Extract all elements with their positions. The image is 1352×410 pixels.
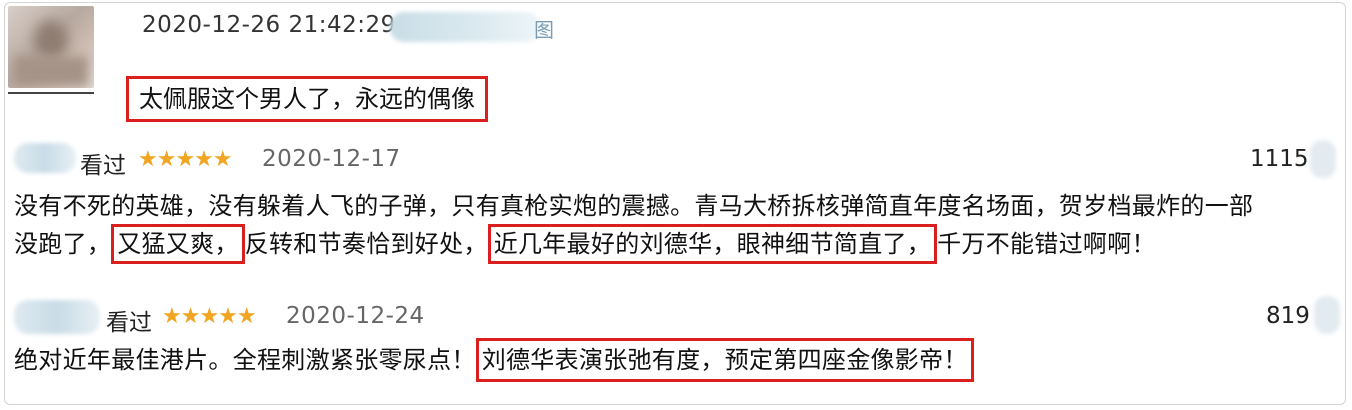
review-date: 2020-12-24 bbox=[286, 303, 425, 329]
review-text-line: 没跑了， 又猛又爽， 反转和节奏恰到好处， 近几年最好的刘德华，眼神细节简直了， 千万不… bbox=[14, 224, 1156, 264]
thumb-up-icon[interactable] bbox=[1310, 140, 1336, 178]
review-text: 没跑了， bbox=[14, 230, 112, 258]
review-text: 千万不能错过啊啊！ bbox=[937, 230, 1156, 258]
comment-timestamp: 2020-12-26 21:42:29 bbox=[142, 12, 396, 38]
review-text: 反转和节奏恰到好处， bbox=[244, 230, 488, 258]
highlight-box: 刘德华表演张弛有度，预定第四座金像影帝！ bbox=[475, 338, 974, 382]
divider bbox=[8, 92, 94, 94]
review-text: 绝对近年最佳港片。全程刺激紧张零尿点！ bbox=[14, 346, 476, 374]
review-text-line: 没有不死的英雄，没有躲着人飞的子弹，只有真枪实炮的震撼。青马大桥拆核弹简直年度名… bbox=[14, 192, 1254, 220]
reviewer-name-blurred[interactable] bbox=[14, 143, 76, 173]
blurred-username-tail: 图 bbox=[534, 18, 554, 42]
highlight-box: 近几年最好的刘德华，眼神细节简直了， bbox=[487, 224, 938, 264]
watch-status: 看过 bbox=[80, 153, 126, 179]
useful-count: 1115 bbox=[1250, 146, 1309, 172]
reviewer-name-blurred[interactable] bbox=[14, 300, 100, 334]
review-date: 2020-12-17 bbox=[262, 146, 401, 172]
useful-count: 819 bbox=[1266, 303, 1310, 329]
review-text-line: 绝对近年最佳港片。全程刺激紧张零尿点！ 刘德华表演张弛有度，预定第四座金像影帝！ bbox=[14, 338, 974, 382]
comment-text-highlighted: 太佩服这个男人了，永远的偶像 bbox=[126, 76, 488, 122]
rating-stars: ★★★★★ bbox=[162, 304, 257, 329]
avatar[interactable] bbox=[8, 6, 94, 88]
highlight-box: 又猛又爽， bbox=[111, 224, 245, 264]
watch-status: 看过 bbox=[106, 310, 152, 336]
rating-stars: ★★★★★ bbox=[138, 147, 233, 172]
blurred-username bbox=[390, 12, 540, 42]
thumb-up-icon[interactable] bbox=[1314, 296, 1340, 334]
